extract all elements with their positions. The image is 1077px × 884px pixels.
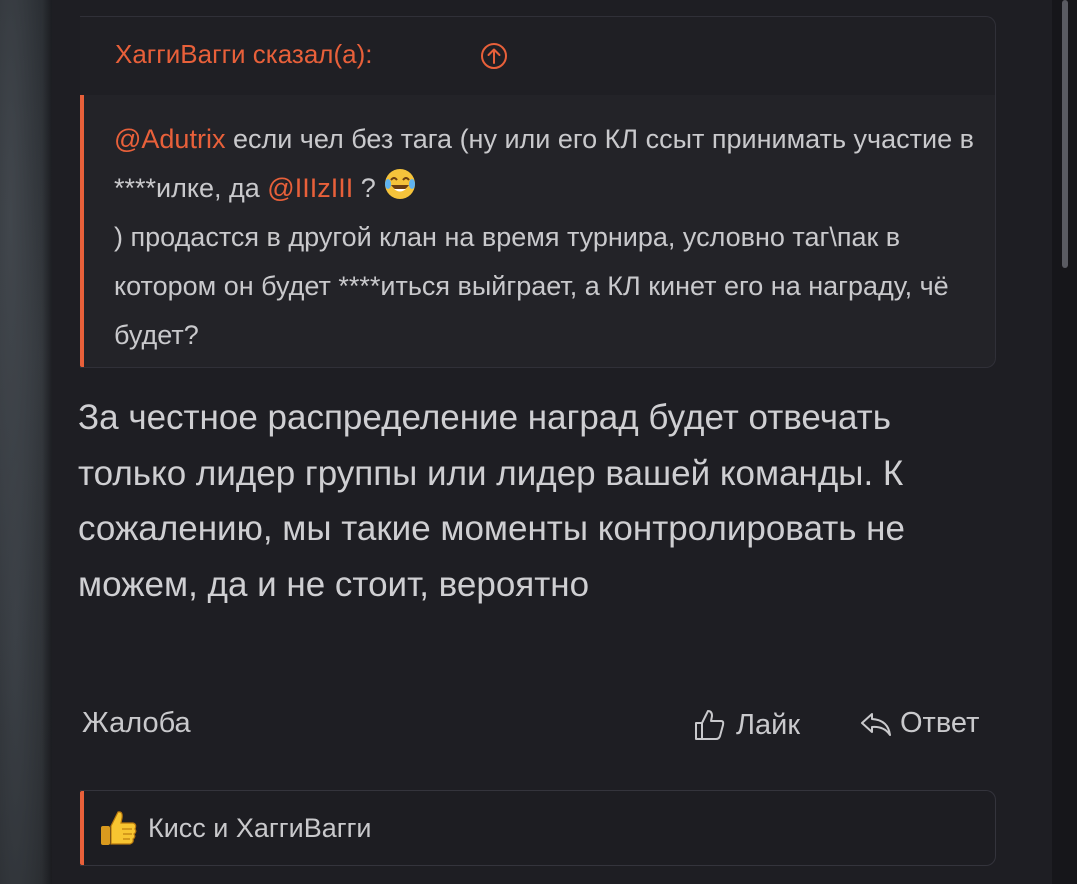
reply-arrow-icon (861, 712, 891, 736)
report-button[interactable]: Жалоба (82, 707, 191, 740)
quote-author-link[interactable]: ХаггиВагги сказал(а): (115, 39, 372, 70)
mention-link[interactable]: @Adutrix (114, 124, 225, 154)
thumbs-up-emoji-icon (101, 811, 137, 845)
quote-text: @Adutrix если чел без тага (ну или его К… (114, 115, 984, 360)
tears-of-joy-emoji-icon (385, 169, 416, 199)
thumbs-up-outline-icon (695, 710, 725, 740)
likes-summary[interactable]: Кисс и ХаггиВагги (80, 790, 996, 866)
message-text: За честное распределение наград будет от… (78, 398, 905, 604)
like-button[interactable]: Лайк (692, 707, 800, 743)
like-label: Лайк (736, 708, 801, 741)
quote-text-part: ? (353, 173, 384, 203)
reply-label: Ответ (900, 707, 980, 739)
mention-link[interactable]: @IIIzIII (267, 173, 353, 203)
quote-text-part: если чел без тага (ну или его КЛ ссыт пр… (114, 124, 974, 203)
arrow-up-circle-icon[interactable] (480, 42, 508, 70)
likes-names: Кисс и ХаггиВагги (148, 813, 372, 843)
scrollbar-thumb[interactable] (1062, 0, 1068, 268)
reply-button[interactable]: Ответ (858, 707, 979, 740)
quote-block: ХаггиВагги сказал(а): @Adutrix если чел … (80, 16, 996, 368)
quote-header: ХаггиВагги сказал(а): (80, 17, 995, 95)
background-image (0, 0, 52, 884)
quote-text-part: ) продастся в другой клан на время турни… (114, 222, 949, 350)
